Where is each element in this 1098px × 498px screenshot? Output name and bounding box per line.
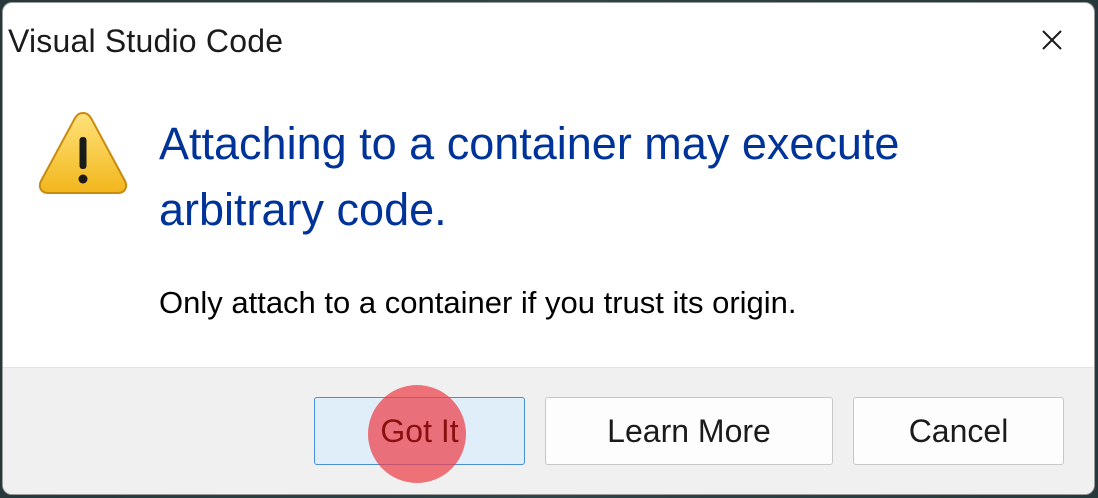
cancel-button[interactable]: Cancel	[853, 397, 1064, 465]
dialog-content: Attaching to a container may execute arb…	[3, 81, 1094, 371]
learn-more-button[interactable]: Learn More	[545, 397, 833, 465]
got-it-button[interactable]: Got It	[314, 397, 525, 465]
cancel-label: Cancel	[908, 412, 1009, 449]
close-button[interactable]	[1032, 20, 1072, 60]
dialog-titlebar: Visual Studio Code	[3, 3, 1094, 81]
dialog-button-bar: Got It Learn More Cancel	[3, 367, 1094, 494]
got-it-label: Got It	[380, 412, 459, 449]
close-icon	[1042, 30, 1062, 50]
warning-icon	[38, 111, 128, 194]
dialog-title: Visual Studio Code	[8, 23, 284, 59]
main-instruction: Attaching to a container may execute arb…	[159, 118, 900, 235]
content-text: Only attach to a container if you trust …	[159, 285, 797, 320]
learn-more-label: Learn More	[607, 412, 771, 449]
message-dialog: Visual Studio Code Attaching to a contai…	[2, 2, 1095, 495]
